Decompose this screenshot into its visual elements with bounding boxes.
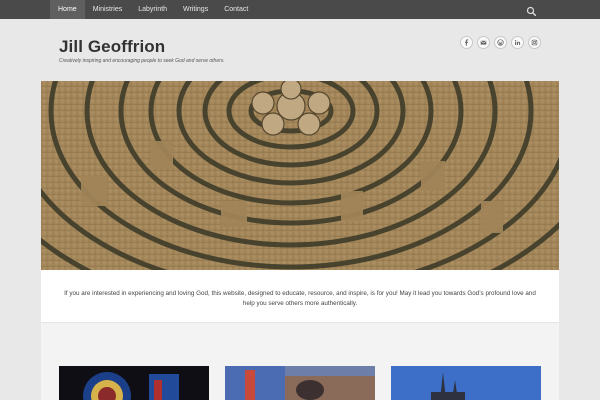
nav-item-home[interactable]: Home [50,0,85,19]
linkedin-icon[interactable] [511,36,524,49]
nav-item-contact[interactable]: Contact [216,0,256,19]
nav-item-labyrinth[interactable]: Labyrinth [130,0,175,19]
facebook-icon[interactable] [460,36,473,49]
thumbnail-stained-glass[interactable] [59,366,209,400]
main-menu: Home Ministries Labyrinth Writings Conta… [50,0,256,19]
search-icon[interactable] [526,4,537,17]
site-tagline: Creatively inspiring and encouraging peo… [59,58,225,64]
site-title[interactable]: Jill Geoffrion [59,37,165,57]
nav-item-writings[interactable]: Writings [175,0,216,19]
top-navigation-bar: Home Ministries Labyrinth Writings Conta… [0,0,600,19]
instagram-icon[interactable] [528,36,541,49]
intro-paragraph: If you are interested in experiencing an… [64,290,536,307]
thumbnail-window[interactable] [225,366,375,400]
email-icon[interactable] [477,36,490,49]
thumbnail-cathedral[interactable] [391,366,541,400]
social-links [460,36,541,49]
hero-labyrinth-image [41,81,559,270]
nav-item-ministries[interactable]: Ministries [85,0,131,19]
wordpress-icon[interactable] [494,36,507,49]
